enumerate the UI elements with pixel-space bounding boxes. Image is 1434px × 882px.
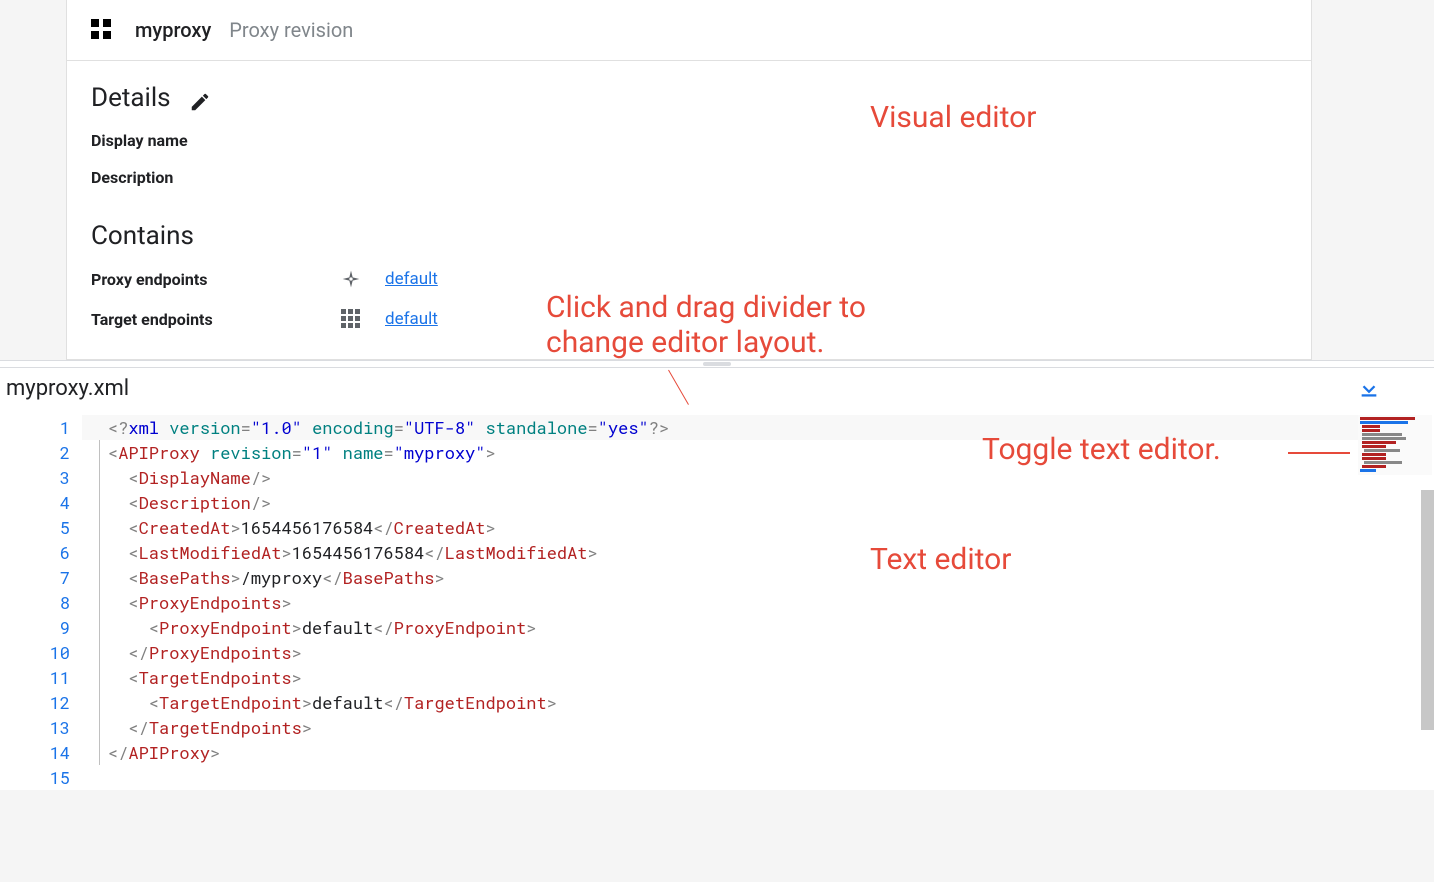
editor-header: myproxy.xml (0, 368, 1434, 413)
filename: myproxy.xml (6, 376, 129, 401)
proxy-endpoint-icon (339, 267, 363, 291)
code-content[interactable]: <?xml version="1.0" encoding="UTF-8" sta… (82, 415, 1358, 790)
proxy-endpoints-label: Proxy endpoints (91, 270, 339, 289)
text-editor-panel: myproxy.xml 12345 678910 1112131415 <?xm… (0, 368, 1434, 790)
minimap[interactable] (1358, 415, 1432, 475)
description-label: Description (91, 168, 1287, 187)
contains-title: Contains (91, 221, 1287, 251)
display-name-label: Display name (91, 131, 1287, 150)
vertical-scrollbar[interactable] (1421, 490, 1434, 730)
details-section: Details Display name Description Contain… (67, 61, 1311, 359)
toggle-editor-icon[interactable] (1358, 378, 1380, 400)
proxy-endpoints-row: Proxy endpoints default (91, 267, 1287, 291)
target-endpoint-link[interactable]: default (385, 309, 438, 329)
proxy-endpoint-link[interactable]: default (385, 269, 438, 289)
target-endpoints-label: Target endpoints (91, 310, 339, 329)
code-editor[interactable]: 12345 678910 1112131415 <?xml version="1… (0, 413, 1434, 790)
apps-icon[interactable] (91, 19, 113, 41)
proxy-subtitle: Proxy revision (229, 18, 353, 42)
proxy-name: myproxy (135, 18, 211, 42)
line-gutter: 12345 678910 1112131415 (0, 415, 82, 790)
target-endpoints-row: Target endpoints default (91, 307, 1287, 331)
visual-editor-panel: myproxy Proxy revision Details Display n… (66, 0, 1312, 360)
target-endpoint-icon (339, 307, 363, 331)
edit-icon[interactable] (189, 91, 211, 113)
panel-header: myproxy Proxy revision (67, 0, 1311, 61)
details-title: Details (91, 83, 171, 113)
divider-grip-icon (703, 362, 731, 366)
pane-divider[interactable] (0, 360, 1434, 368)
